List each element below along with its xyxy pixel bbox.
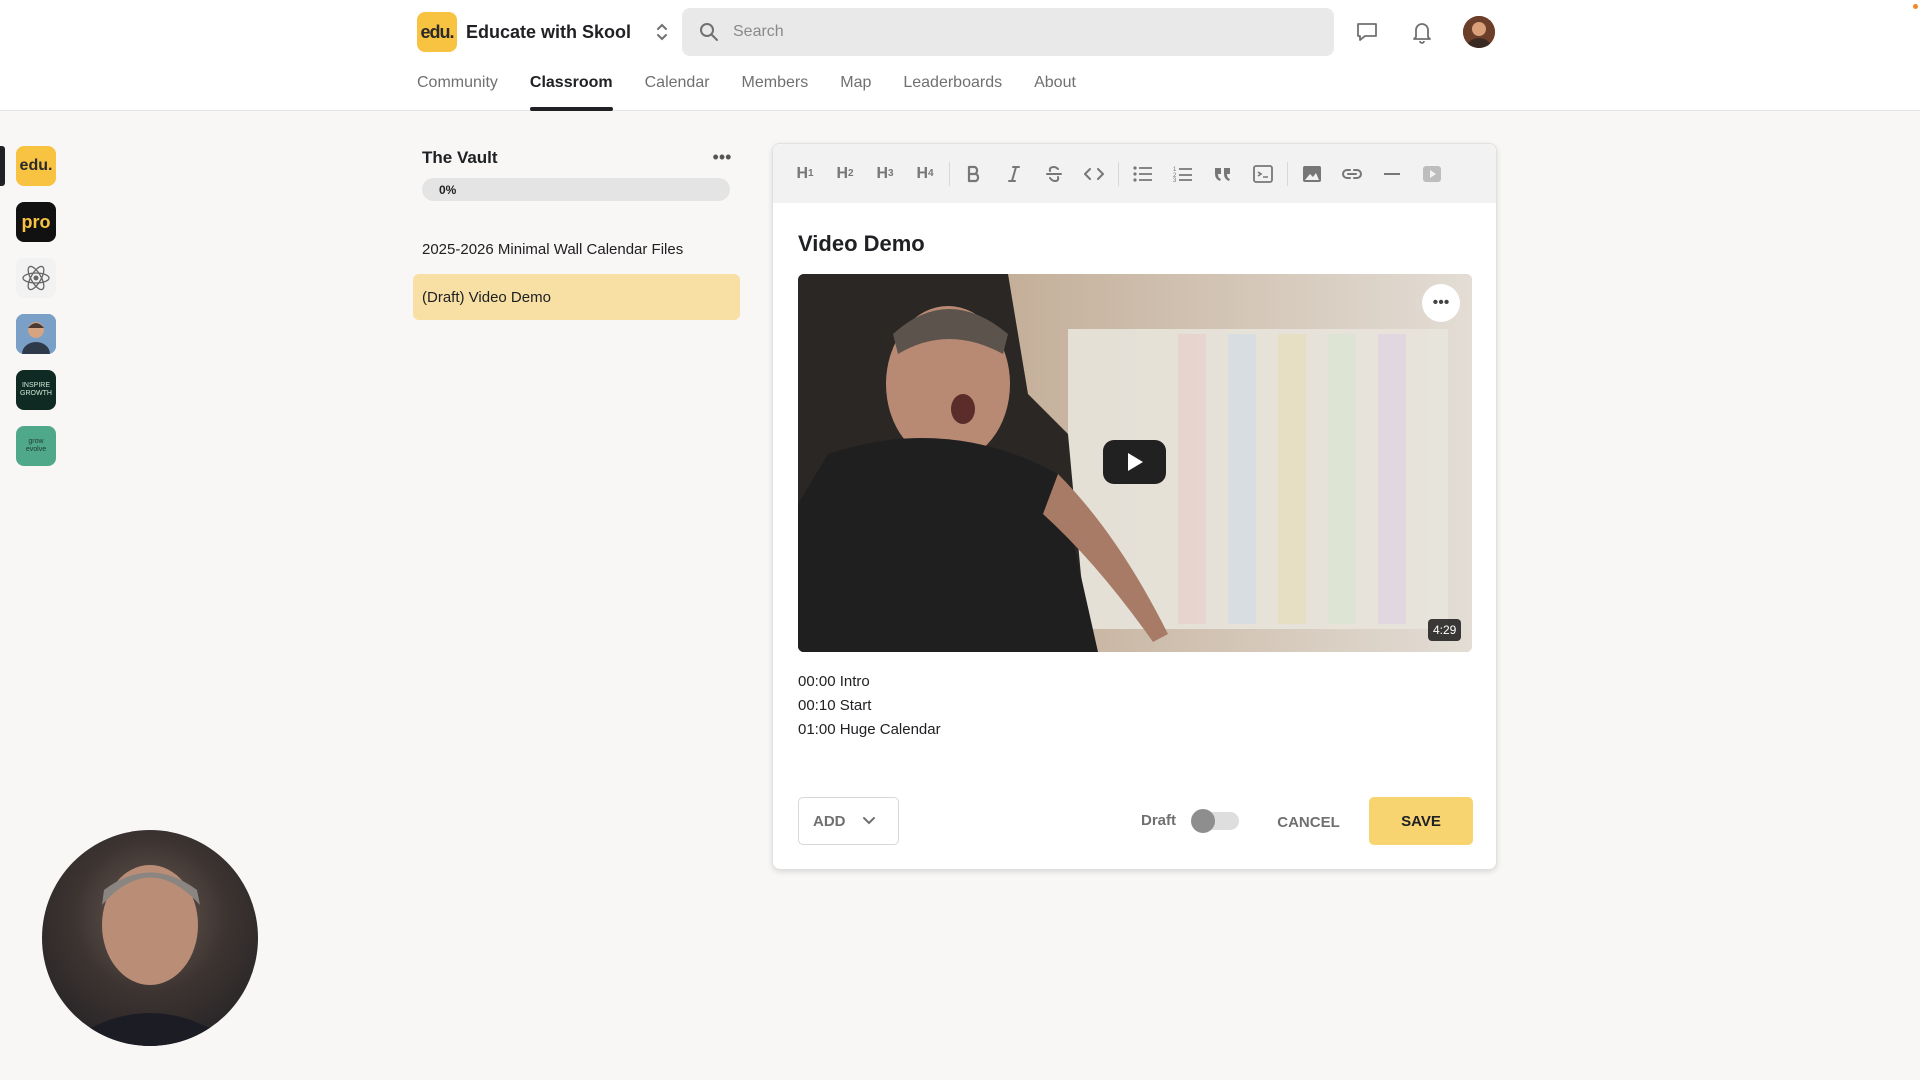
quote-icon[interactable] (1207, 158, 1239, 190)
tab-classroom[interactable]: Classroom (529, 68, 613, 111)
heading-4-button[interactable]: H4 (909, 158, 941, 190)
course-title: The Vault (422, 148, 498, 167)
toolbar-divider (1287, 161, 1288, 186)
lesson-label: (Draft) Video Demo (422, 288, 551, 306)
link-icon[interactable] (1336, 158, 1368, 190)
atom-icon (22, 265, 50, 291)
rail-community-edu[interactable]: edu. (16, 146, 56, 186)
tab-map[interactable]: Map (840, 68, 871, 111)
tab-leaderboards[interactable]: Leaderboards (903, 68, 1002, 111)
course-more-icon[interactable]: ••• (710, 147, 734, 167)
lesson-title: Video Demo (798, 231, 925, 256)
tab-about[interactable]: About (1034, 68, 1076, 111)
rail-grow-label: grow evolve (25, 438, 47, 453)
svg-text:3: 3 (1173, 178, 1177, 182)
divider-icon[interactable] (1376, 158, 1408, 190)
heading-1-button[interactable]: H1 (789, 158, 821, 190)
lesson-label: 2025-2026 Minimal Wall Calendar Files (422, 240, 684, 258)
community-name[interactable]: Educate with Skool (466, 22, 631, 43)
community-switcher[interactable]: edu. Educate with Skool (417, 12, 671, 52)
draft-label: Draft (1141, 812, 1177, 829)
rail-community-person[interactable] (16, 314, 56, 354)
search-icon (700, 23, 718, 41)
course-progress-label: 0% (439, 183, 457, 197)
tab-community[interactable]: Community (417, 68, 498, 111)
image-icon[interactable] (1296, 158, 1328, 190)
chapter-line: 01:00 Huge Calendar (798, 721, 941, 738)
bell-icon[interactable] (1406, 16, 1438, 48)
rail-community-inspire[interactable]: INSPIRE GROWTH (16, 370, 56, 410)
top-header: edu. Educate with Skool Community Classr… (0, 0, 1920, 111)
italic-icon[interactable] (998, 158, 1030, 190)
lesson-item[interactable]: 2025-2026 Minimal Wall Calendar Files (413, 226, 740, 272)
toolbar-divider (949, 161, 950, 186)
chat-icon[interactable] (1351, 16, 1383, 48)
search-input[interactable] (733, 23, 1293, 41)
rail-community-atom[interactable] (16, 258, 56, 298)
editor-toolbar: H1 H2 H3 H4 123 (773, 144, 1496, 203)
tab-members[interactable]: Members (742, 68, 809, 111)
person-avatar-icon (16, 314, 56, 354)
main-tabs: Community Classroom Calendar Members Map… (417, 68, 1108, 111)
draft-toggle[interactable] (1191, 809, 1239, 833)
chevron-up-down-icon[interactable] (653, 20, 671, 44)
rail-inspire-label: INSPIRE GROWTH (20, 382, 52, 397)
recording-indicator (1913, 4, 1918, 9)
add-label: ADD (813, 812, 846, 830)
strikethrough-icon[interactable] (1038, 158, 1070, 190)
draft-toggle-knob (1191, 809, 1215, 833)
save-button[interactable]: SAVE (1369, 797, 1473, 845)
chevron-down-icon (862, 816, 876, 826)
community-logo[interactable]: edu. (417, 12, 457, 52)
play-icon[interactable] (1103, 440, 1166, 484)
lesson-item-active[interactable]: (Draft) Video Demo (413, 274, 740, 320)
lesson-editor: H1 H2 H3 H4 123 Video Demo ••• 4:29 00:0… (772, 143, 1497, 870)
rail-community-grow[interactable]: grow evolve (16, 426, 56, 466)
course-progress-bar: 0% (422, 178, 730, 201)
lesson-body[interactable]: 00:00 Intro 00:10 Start 01:00 Huge Calen… (798, 670, 941, 742)
code-icon[interactable] (1078, 158, 1110, 190)
webcam-overlay (42, 830, 258, 1046)
heading-3-button[interactable]: H3 (869, 158, 901, 190)
rail-community-pro[interactable]: pro (16, 202, 56, 242)
bullet-list-icon[interactable] (1127, 158, 1159, 190)
search-bar[interactable] (682, 8, 1334, 56)
bold-icon[interactable] (958, 158, 990, 190)
toolbar-divider (1118, 161, 1119, 186)
add-button[interactable]: ADD (798, 797, 899, 845)
rail-edu-label: edu. (19, 157, 53, 174)
chapter-line: 00:00 Intro (798, 673, 870, 690)
heading-2-button[interactable]: H2 (829, 158, 861, 190)
more-horizontal-icon[interactable]: ••• (1422, 284, 1460, 322)
chapter-line: 00:10 Start (798, 697, 872, 714)
rail-active-indicator (0, 146, 5, 186)
cancel-button[interactable]: CANCEL (1266, 800, 1351, 844)
rail-pro-label: pro (21, 211, 51, 232)
code-block-icon[interactable] (1247, 158, 1279, 190)
user-avatar[interactable] (1463, 16, 1495, 48)
tab-calendar[interactable]: Calendar (645, 68, 710, 111)
video-icon[interactable] (1416, 158, 1448, 190)
numbered-list-icon[interactable]: 123 (1167, 158, 1199, 190)
video-player[interactable]: ••• 4:29 (798, 274, 1472, 652)
video-duration: 4:29 (1428, 619, 1462, 641)
